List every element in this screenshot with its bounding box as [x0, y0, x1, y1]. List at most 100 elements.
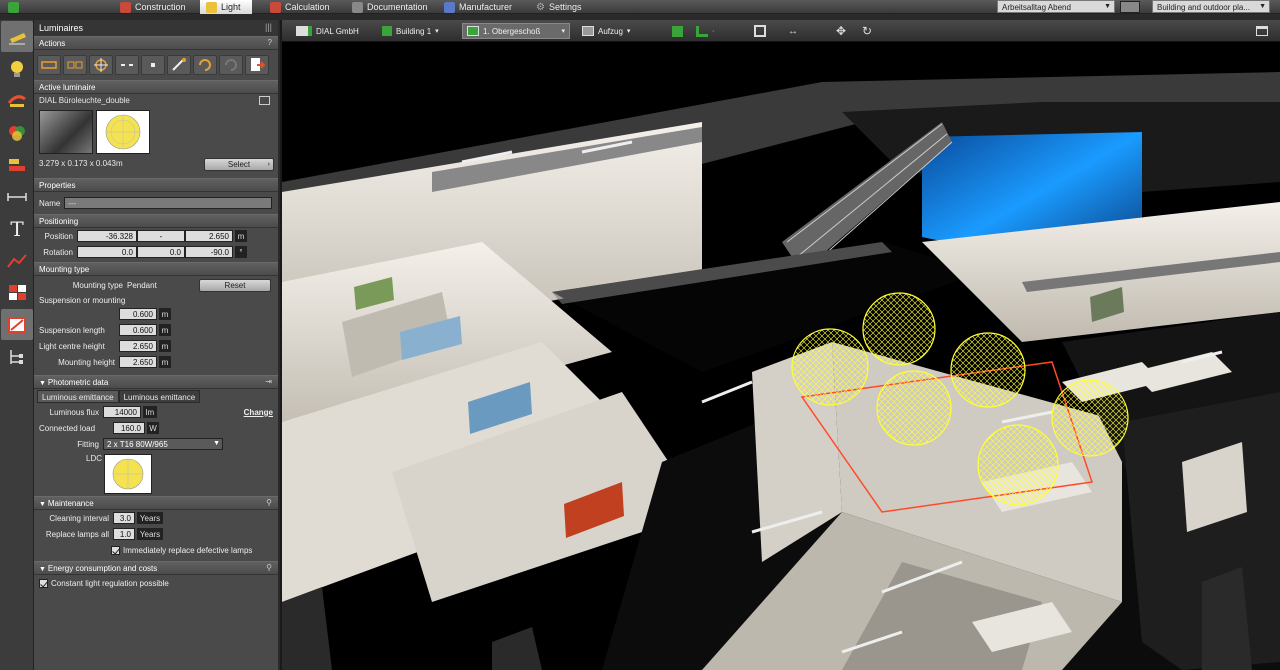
properties-section-header[interactable]: Properties: [34, 178, 278, 192]
position-x-input[interactable]: -36.328: [77, 230, 137, 242]
energy-section-header[interactable]: ▼ Energy consumption and costs ⚲: [34, 561, 278, 575]
viewport-options-button[interactable]: [1252, 23, 1272, 39]
tab-luminous-emittance-2[interactable]: Luminous emittance: [118, 390, 201, 403]
place-point-button[interactable]: [141, 55, 165, 75]
floor-icon: [467, 26, 479, 36]
maintenance-section-header[interactable]: ▼ Maintenance ⚲: [34, 496, 278, 510]
main-menu-bar: Construction Light Calculation Documenta…: [0, 0, 1280, 14]
scene-config-button[interactable]: [1120, 1, 1140, 13]
ldc-row: LDC: [34, 452, 278, 496]
rotation-z-input[interactable]: -90.0: [185, 246, 233, 258]
tab-manufacturer[interactable]: Manufacturer: [438, 0, 518, 14]
daylight-tool[interactable]: [1, 85, 33, 116]
cleaning-input[interactable]: 3.0: [113, 512, 135, 524]
tab-settings[interactable]: ⚙ Settings: [530, 0, 588, 14]
copy-icon[interactable]: [259, 96, 270, 105]
color-tool[interactable]: [1, 117, 33, 148]
tab-light[interactable]: Light: [200, 0, 252, 14]
constant-light-checkbox[interactable]: [39, 578, 48, 588]
view-plan-button[interactable]: ·: [692, 23, 718, 39]
floor-breadcrumb[interactable]: 1. Obergeschoß ▾: [462, 23, 570, 39]
place-field-button[interactable]: [89, 55, 113, 75]
company-icon: [296, 26, 312, 36]
arrow-light-icon: [7, 94, 26, 107]
replace-input[interactable]: 1.0: [113, 528, 135, 540]
immediately-checkbox[interactable]: [111, 545, 120, 555]
centre-height-input[interactable]: 2.650: [119, 340, 157, 352]
load-input[interactable]: 160.0: [113, 422, 145, 434]
tab-documentation[interactable]: Documentation: [346, 0, 434, 14]
collapse-icon: ▼: [39, 566, 48, 573]
tab-luminous-emittance-1[interactable]: Luminous emittance: [37, 390, 119, 403]
text-tool[interactable]: T: [1, 213, 33, 244]
surface-tool[interactable]: [1, 149, 33, 180]
flux-input[interactable]: 14000: [103, 406, 141, 418]
zoom-fit-icon: [754, 25, 766, 37]
help-icon[interactable]: ?: [268, 38, 272, 47]
tool-strip: T: [0, 20, 34, 670]
bulb-icon: [11, 60, 23, 77]
rotation-y-input[interactable]: 0.0: [137, 246, 185, 258]
suspension-length-input[interactable]: 0.600: [119, 324, 157, 336]
export-button[interactable]: [245, 55, 269, 75]
mounting-height-input[interactable]: 2.650: [119, 356, 157, 368]
reset-button[interactable]: Reset: [199, 278, 271, 292]
change-link[interactable]: Change: [244, 408, 273, 417]
building-breadcrumb[interactable]: Building 1 ▾: [378, 23, 443, 39]
actions-section-header[interactable]: Actions ?: [34, 36, 278, 50]
align-button[interactable]: [167, 55, 191, 75]
mirror-icon: [225, 59, 237, 71]
document-icon: [352, 1, 363, 13]
position-y-input[interactable]: -: [137, 230, 185, 242]
select-luminaire-button[interactable]: Select ›: [204, 158, 274, 171]
suspension-or-mounting-row: 0.600 m: [34, 306, 278, 322]
save-tab[interactable]: [2, 0, 25, 14]
luminaire-panel: Luminaires ||| Actions ? Active luminair…: [34, 20, 280, 670]
pin-icon[interactable]: ⇥: [265, 377, 272, 386]
name-input[interactable]: ---: [64, 197, 273, 209]
rotation-x-input[interactable]: 0.0: [77, 246, 137, 258]
scene-select[interactable]: Arbeitsalltag Abend ▼: [997, 0, 1115, 13]
ldc-thumbnail[interactable]: [104, 454, 152, 494]
chevron-down-icon: ▾: [435, 28, 439, 35]
grid-tool[interactable]: [1, 277, 33, 308]
mounting-type-value: Pendant: [127, 280, 157, 290]
place-line-button[interactable]: [115, 55, 139, 75]
mounting-section-header[interactable]: Mounting type: [34, 262, 278, 276]
orbit-button[interactable]: ↻: [858, 23, 876, 39]
photometric-tabs: Luminous emittance Luminous emittance: [34, 389, 278, 404]
luminaire-tool[interactable]: [1, 21, 33, 52]
fitting-row: Fitting 2 x T16 80W/965 ▼: [34, 436, 278, 452]
rotate-button[interactable]: [193, 55, 217, 75]
photometric-section-header[interactable]: ▼ Photometric data ⇥: [34, 375, 278, 389]
view-3d-button[interactable]: [668, 23, 687, 39]
pan-button[interactable]: ✥: [832, 23, 850, 39]
3d-viewport[interactable]: [282, 42, 1280, 670]
active-luminaire-section-header[interactable]: Active luminaire: [34, 80, 278, 94]
suspension-or-mounting-input[interactable]: 0.600: [119, 308, 157, 320]
tree-tool[interactable]: [1, 341, 33, 372]
pin-icon[interactable]: ⚲: [266, 563, 272, 572]
zoom-width-button[interactable]: ↔: [784, 23, 802, 39]
room-tool[interactable]: [1, 309, 33, 340]
measure-tool[interactable]: [1, 181, 33, 212]
place-single-button[interactable]: [37, 55, 61, 75]
bulb-tool[interactable]: [1, 53, 33, 84]
tab-calculation[interactable]: Calculation: [264, 0, 336, 14]
panel-grip-icon[interactable]: |||: [265, 22, 272, 32]
fitting-select[interactable]: 2 x T16 80W/965 ▼: [103, 438, 223, 450]
company-breadcrumb[interactable]: DIAL GmbH: [292, 23, 363, 39]
constant-light-row: Constant light regulation possible: [34, 575, 278, 591]
centre-height-row: Light centre height 2.650 m: [34, 338, 278, 354]
measure-icon: [7, 192, 27, 201]
mirror-button[interactable]: [219, 55, 243, 75]
mode-select[interactable]: Building and outdoor pla... ▼: [1152, 0, 1270, 13]
zoom-fit-button[interactable]: [750, 23, 770, 39]
elevator-breadcrumb[interactable]: Aufzug ▾: [578, 23, 634, 39]
positioning-section-header[interactable]: Positioning: [34, 214, 278, 228]
tab-construction[interactable]: Construction: [114, 0, 192, 14]
position-z-input[interactable]: 2.650: [185, 230, 233, 242]
path-tool[interactable]: [1, 245, 33, 276]
place-row-button[interactable]: [63, 55, 87, 75]
pin-icon[interactable]: ⚲: [266, 498, 272, 507]
